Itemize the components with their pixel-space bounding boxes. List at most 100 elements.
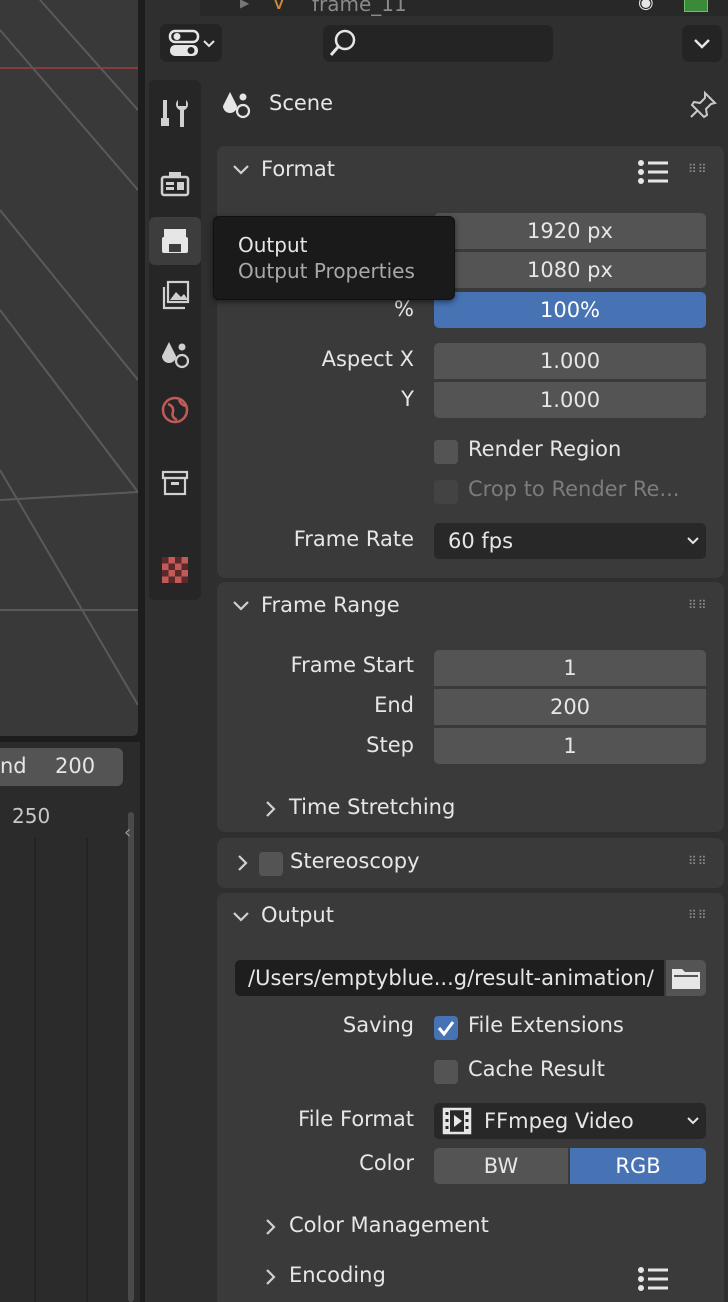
- saving-label: Saving: [342, 1013, 414, 1037]
- resolution-percent-slider[interactable]: 100%: [434, 292, 706, 328]
- editor-type-button[interactable]: [160, 24, 222, 62]
- tab-tool[interactable]: [149, 89, 201, 137]
- tab-scene[interactable]: [149, 330, 201, 378]
- frame-step-field[interactable]: 1: [434, 728, 706, 764]
- cache-result-label[interactable]: Cache Result: [468, 1057, 605, 1081]
- chevron-down-icon[interactable]: [232, 910, 250, 924]
- printer-icon: [162, 229, 188, 253]
- color-label: Color: [359, 1151, 414, 1175]
- folder-icon: [672, 969, 700, 989]
- camera-back-icon: [160, 172, 190, 197]
- render-region-label[interactable]: Render Region: [468, 437, 621, 461]
- color-management-subpanel[interactable]: Color Management: [289, 1213, 489, 1237]
- image-stack-icon: [162, 280, 190, 310]
- encoding-subpanel[interactable]: Encoding: [289, 1263, 386, 1287]
- viewport-grid: [0, 0, 138, 706]
- render-region-checkbox[interactable]: [434, 440, 458, 464]
- list-presets-icon[interactable]: [636, 1265, 670, 1293]
- chevron-right-icon[interactable]: [236, 854, 250, 872]
- aspect-y-field[interactable]: 1.000: [434, 382, 706, 418]
- collapse-arrow-icon[interactable]: ‹: [124, 822, 131, 843]
- drag-handle-icon[interactable]: ⠿⠿: [688, 162, 716, 176]
- chevron-down-icon[interactable]: [232, 599, 250, 613]
- chevron-down-icon: [687, 1117, 699, 1125]
- chevron-down-icon: [694, 39, 710, 49]
- scene-icon: [162, 342, 190, 369]
- tooltip: Output Output Properties: [213, 216, 455, 300]
- browse-folder-button[interactable]: [666, 960, 706, 996]
- frame-start-label: Frame Start: [290, 653, 414, 677]
- tooltip-title: Output: [238, 233, 308, 257]
- tab-view-layer[interactable]: [149, 272, 201, 320]
- file-format-label: File Format: [298, 1107, 414, 1131]
- tab-render[interactable]: [149, 160, 201, 208]
- context-label: Scene: [269, 91, 334, 115]
- color-rgb-button[interactable]: RGB: [570, 1148, 706, 1184]
- frame-range-panel-title[interactable]: Frame Range: [261, 593, 400, 617]
- search-input[interactable]: [323, 25, 553, 62]
- tab-world[interactable]: [149, 386, 201, 434]
- aspect-x-label: Aspect X: [321, 347, 414, 371]
- tab-texture[interactable]: [149, 546, 201, 594]
- stereoscopy-panel-title[interactable]: Stereoscopy: [290, 849, 420, 873]
- frame-step-label: Step: [366, 733, 414, 757]
- resolution-x-field[interactable]: 1920 px: [434, 213, 706, 249]
- output-path-field[interactable]: /Users/emptyblue...g/result-animation/: [235, 960, 664, 996]
- timeline-end-label: nd: [0, 754, 27, 778]
- pin-icon[interactable]: [688, 90, 718, 120]
- file-extensions-label[interactable]: File Extensions: [468, 1013, 624, 1037]
- frame-start-field[interactable]: 1: [434, 650, 706, 686]
- crop-region-label[interactable]: Crop to Render Re...: [468, 477, 679, 501]
- 3d-viewport[interactable]: [0, 0, 138, 736]
- checkmark-icon: [437, 1021, 455, 1037]
- frame-end-label: End: [374, 693, 414, 717]
- resolution-percent-label: %: [394, 297, 414, 321]
- options-menu-button[interactable]: [682, 25, 722, 62]
- tab-output[interactable]: [149, 217, 201, 265]
- file-format-dropdown[interactable]: FFmpeg Video: [434, 1103, 706, 1139]
- file-extensions-checkbox[interactable]: [434, 1016, 458, 1040]
- timeline[interactable]: nd 200 250 ‹: [0, 742, 140, 1302]
- search-icon: [329, 29, 356, 56]
- film-icon: [442, 1107, 472, 1135]
- chevron-down-icon: [687, 537, 699, 545]
- frame-rate-dropdown[interactable]: 60 fps: [434, 523, 706, 559]
- chevron-right-icon[interactable]: [264, 800, 278, 818]
- output-panel-title[interactable]: Output: [261, 903, 334, 927]
- timeline-frame-marker: 250: [12, 804, 51, 828]
- chevron-right-icon[interactable]: [264, 1218, 278, 1236]
- output-panel: [217, 893, 724, 1302]
- frame-end-field[interactable]: 200: [434, 689, 706, 725]
- timeline-scrollbar[interactable]: [128, 812, 134, 1302]
- crop-region-checkbox[interactable]: [434, 480, 458, 504]
- outliner-item-name[interactable]: frame_11: [312, 0, 407, 16]
- chevron-down-icon[interactable]: [232, 163, 250, 177]
- checker-icon: [162, 557, 188, 583]
- scene-icon: [223, 92, 251, 119]
- drag-handle-icon[interactable]: ⠿⠿: [688, 598, 716, 612]
- properties-editor-icon: [168, 29, 215, 56]
- timeline-end-field[interactable]: nd 200: [0, 748, 123, 786]
- timeline-gridline: [86, 838, 88, 1302]
- aspect-y-label: Y: [401, 387, 414, 411]
- chevron-right-icon[interactable]: [264, 1268, 278, 1286]
- disclosure-triangle-icon[interactable]: ▶: [240, 0, 249, 10]
- eye-icon[interactable]: ◉: [638, 0, 654, 13]
- world-icon: [161, 396, 189, 424]
- timeline-end-value: 200: [55, 754, 96, 778]
- file-format-value: FFmpeg Video: [484, 1109, 634, 1133]
- list-presets-icon[interactable]: [636, 158, 670, 186]
- time-stretching-subpanel[interactable]: Time Stretching: [289, 795, 455, 819]
- drag-handle-icon[interactable]: ⠿⠿: [688, 854, 716, 868]
- drag-handle-icon[interactable]: ⠿⠿: [688, 908, 716, 922]
- checkbox-icon[interactable]: [684, 0, 708, 12]
- aspect-x-field[interactable]: 1.000: [434, 343, 706, 379]
- format-panel-title[interactable]: Format: [261, 157, 335, 181]
- cache-result-checkbox[interactable]: [434, 1060, 458, 1084]
- outliner-strip: ▶ V frame_11 ◉: [200, 0, 728, 16]
- stereoscopy-checkbox[interactable]: [259, 852, 283, 876]
- color-bw-button[interactable]: BW: [434, 1148, 568, 1184]
- tab-collection[interactable]: [149, 459, 201, 507]
- resolution-y-field[interactable]: 1080 px: [434, 252, 706, 288]
- box-icon: [161, 470, 189, 496]
